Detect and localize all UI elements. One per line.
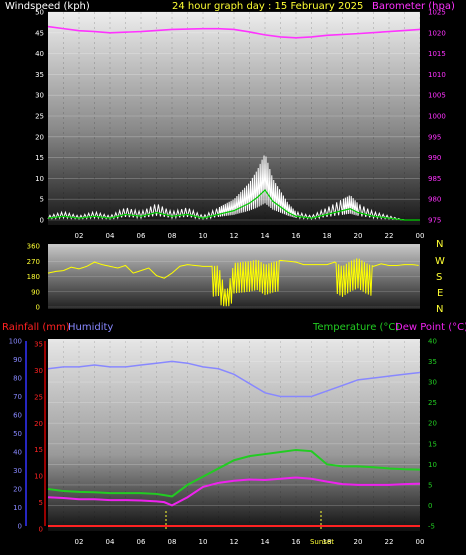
wind-y-tick-label: 20 xyxy=(35,133,44,141)
temp-x-tick-label: 14 xyxy=(261,538,270,546)
wind-x-tick-label: 18 xyxy=(323,232,332,240)
humidity-y-tick-label: 30 xyxy=(13,467,22,475)
temp-x-ticks: 02 04 06 08 10 12 14 16 18 20 22 00Sunset xyxy=(75,538,425,546)
wind-x-tick-label: 16 xyxy=(292,232,301,240)
baro-y-tick-label: 1000 xyxy=(428,113,446,121)
direction-y-tick-label: 90 xyxy=(31,288,40,296)
baro-y-tick-label: 1020 xyxy=(428,29,446,37)
temp-x-tick-label: 00 xyxy=(416,538,425,546)
baro-y-tick-label: 985 xyxy=(428,175,441,183)
wind-y-tick-label: 10 xyxy=(35,175,44,183)
baro-y-tick-label: 975 xyxy=(428,217,441,225)
baro-y-tick-label: 995 xyxy=(428,133,441,141)
sunset-label: Sunset xyxy=(310,538,334,546)
baro-y-tick-label: 1010 xyxy=(428,71,446,79)
rain-y-tick-label: 10 xyxy=(34,473,43,481)
compass-w: W xyxy=(435,256,445,267)
wind-x-tick-label: 06 xyxy=(137,232,146,240)
temp-y-tick-label: 10 xyxy=(428,461,437,469)
temp-x-tick-label: 06 xyxy=(137,538,146,546)
wind-y-tick-label: 40 xyxy=(35,50,44,58)
weather-graph: 05101520253035404550 9759809859909951000… xyxy=(2,1,466,546)
wind-y-tick-label: 25 xyxy=(35,113,44,121)
wind-y-tick-label: 30 xyxy=(35,92,44,100)
baro-y-ticks: 975980985990995100010051010101510201025 xyxy=(428,9,446,225)
rain-y-tick-label: 30 xyxy=(34,367,43,375)
chart-title: 24 hour graph day : 15 February 2025 xyxy=(172,1,363,12)
baro-y-tick-label: 980 xyxy=(428,196,441,204)
direction-y-tick-label: 180 xyxy=(27,273,40,281)
humidity-y-tick-label: 70 xyxy=(13,393,22,401)
rain-y-tick-label: 0 xyxy=(39,526,43,534)
temp-y-tick-label: 5 xyxy=(428,481,432,489)
wind-axis-label: Windspeed (kph) xyxy=(5,1,90,12)
wind-x-tick-label: 08 xyxy=(168,232,177,240)
temp-y-tick-label: 25 xyxy=(428,399,437,407)
direction-y-tick-label: 360 xyxy=(27,243,40,251)
humidity-y-tick-label: 40 xyxy=(13,449,22,457)
dewpoint-axis-label: Dew Point (°C) xyxy=(395,322,466,333)
humidity-y-tick-label: 100 xyxy=(9,338,22,346)
temperature-axis-label: Temperature (°C) xyxy=(312,322,399,333)
wind-y-ticks: 05101520253035404550 xyxy=(35,9,44,225)
baro-y-tick-label: 1015 xyxy=(428,50,446,58)
temp-x-tick-label: 04 xyxy=(106,538,115,546)
humidity-y-tick-label: 80 xyxy=(13,375,22,383)
wind-x-tick-label: 02 xyxy=(75,232,84,240)
wind-x-tick-label: 22 xyxy=(385,232,394,240)
wind-y-tick-label: 5 xyxy=(40,196,44,204)
rain-y-tick-label: 25 xyxy=(34,393,43,401)
humidity-y-tick-label: 0 xyxy=(18,523,22,531)
temp-y-tick-label: 0 xyxy=(428,502,432,510)
wind-x-tick-label: 10 xyxy=(199,232,208,240)
temp-y-tick-label: 20 xyxy=(428,420,437,428)
wind-y-tick-label: 45 xyxy=(35,29,44,37)
rain-y-tick-label: 15 xyxy=(34,446,43,454)
baro-y-tick-label: 990 xyxy=(428,154,441,162)
temp-x-tick-label: 20 xyxy=(354,538,363,546)
compass-n-top: N xyxy=(436,239,443,250)
humidity-y-tick-label: 50 xyxy=(13,430,22,438)
direction-y-ticks: 0 90 180 270 360 xyxy=(27,243,40,312)
baro-y-tick-label: 1005 xyxy=(428,92,446,100)
temp-x-tick-label: 10 xyxy=(199,538,208,546)
humidity-y-tick-label: 10 xyxy=(13,504,22,512)
rain-y-tick-label: 20 xyxy=(34,420,43,428)
wind-y-tick-label: 0 xyxy=(40,217,44,225)
temp-x-tick-label: 08 xyxy=(168,538,177,546)
direction-y-tick-label: 270 xyxy=(27,258,40,266)
humidity-y-tick-label: 20 xyxy=(13,486,22,494)
temp-y-tick-label: 30 xyxy=(428,379,437,387)
temp-y-tick-label: 15 xyxy=(428,440,437,448)
compass-n-bottom: N xyxy=(436,304,443,315)
baro-axis-label: Barometer (hpa) xyxy=(372,1,455,12)
temp-y-tick-label: -5 xyxy=(428,523,435,531)
wind-x-tick-label: 04 xyxy=(106,232,115,240)
wind-x-ticks: 02 04 06 08 10 12 14 16 18 20 22 00 xyxy=(75,232,425,240)
temp-x-tick-label: 22 xyxy=(385,538,394,546)
temp-x-tick-label: 16 xyxy=(292,538,301,546)
temp-y-tick-label: 40 xyxy=(428,338,437,346)
humidity-axis-label: Humidity xyxy=(68,322,113,333)
temp-y-tick-label: 35 xyxy=(428,358,437,366)
wind-x-tick-label: 00 xyxy=(416,232,425,240)
humidity-y-tick-label: 60 xyxy=(13,412,22,420)
wind-x-tick-label: 20 xyxy=(354,232,363,240)
wind-y-tick-label: 35 xyxy=(35,71,44,79)
wind-x-tick-label: 12 xyxy=(230,232,239,240)
rain-y-tick-label: 5 xyxy=(39,499,43,507)
humidity-y-tick-label: 90 xyxy=(13,356,22,364)
rainfall-axis-label: Rainfall (mm) xyxy=(2,322,70,333)
rain-y-tick-label: 35 xyxy=(34,341,43,349)
wind-y-tick-label: 15 xyxy=(35,154,44,162)
compass-e: E xyxy=(437,288,443,299)
wind-x-tick-label: 14 xyxy=(261,232,270,240)
temp-x-tick-label: 02 xyxy=(75,538,84,546)
direction-y-tick-label: 0 xyxy=(36,304,40,312)
compass-s: S xyxy=(436,272,442,283)
temp-x-tick-label: 12 xyxy=(230,538,239,546)
